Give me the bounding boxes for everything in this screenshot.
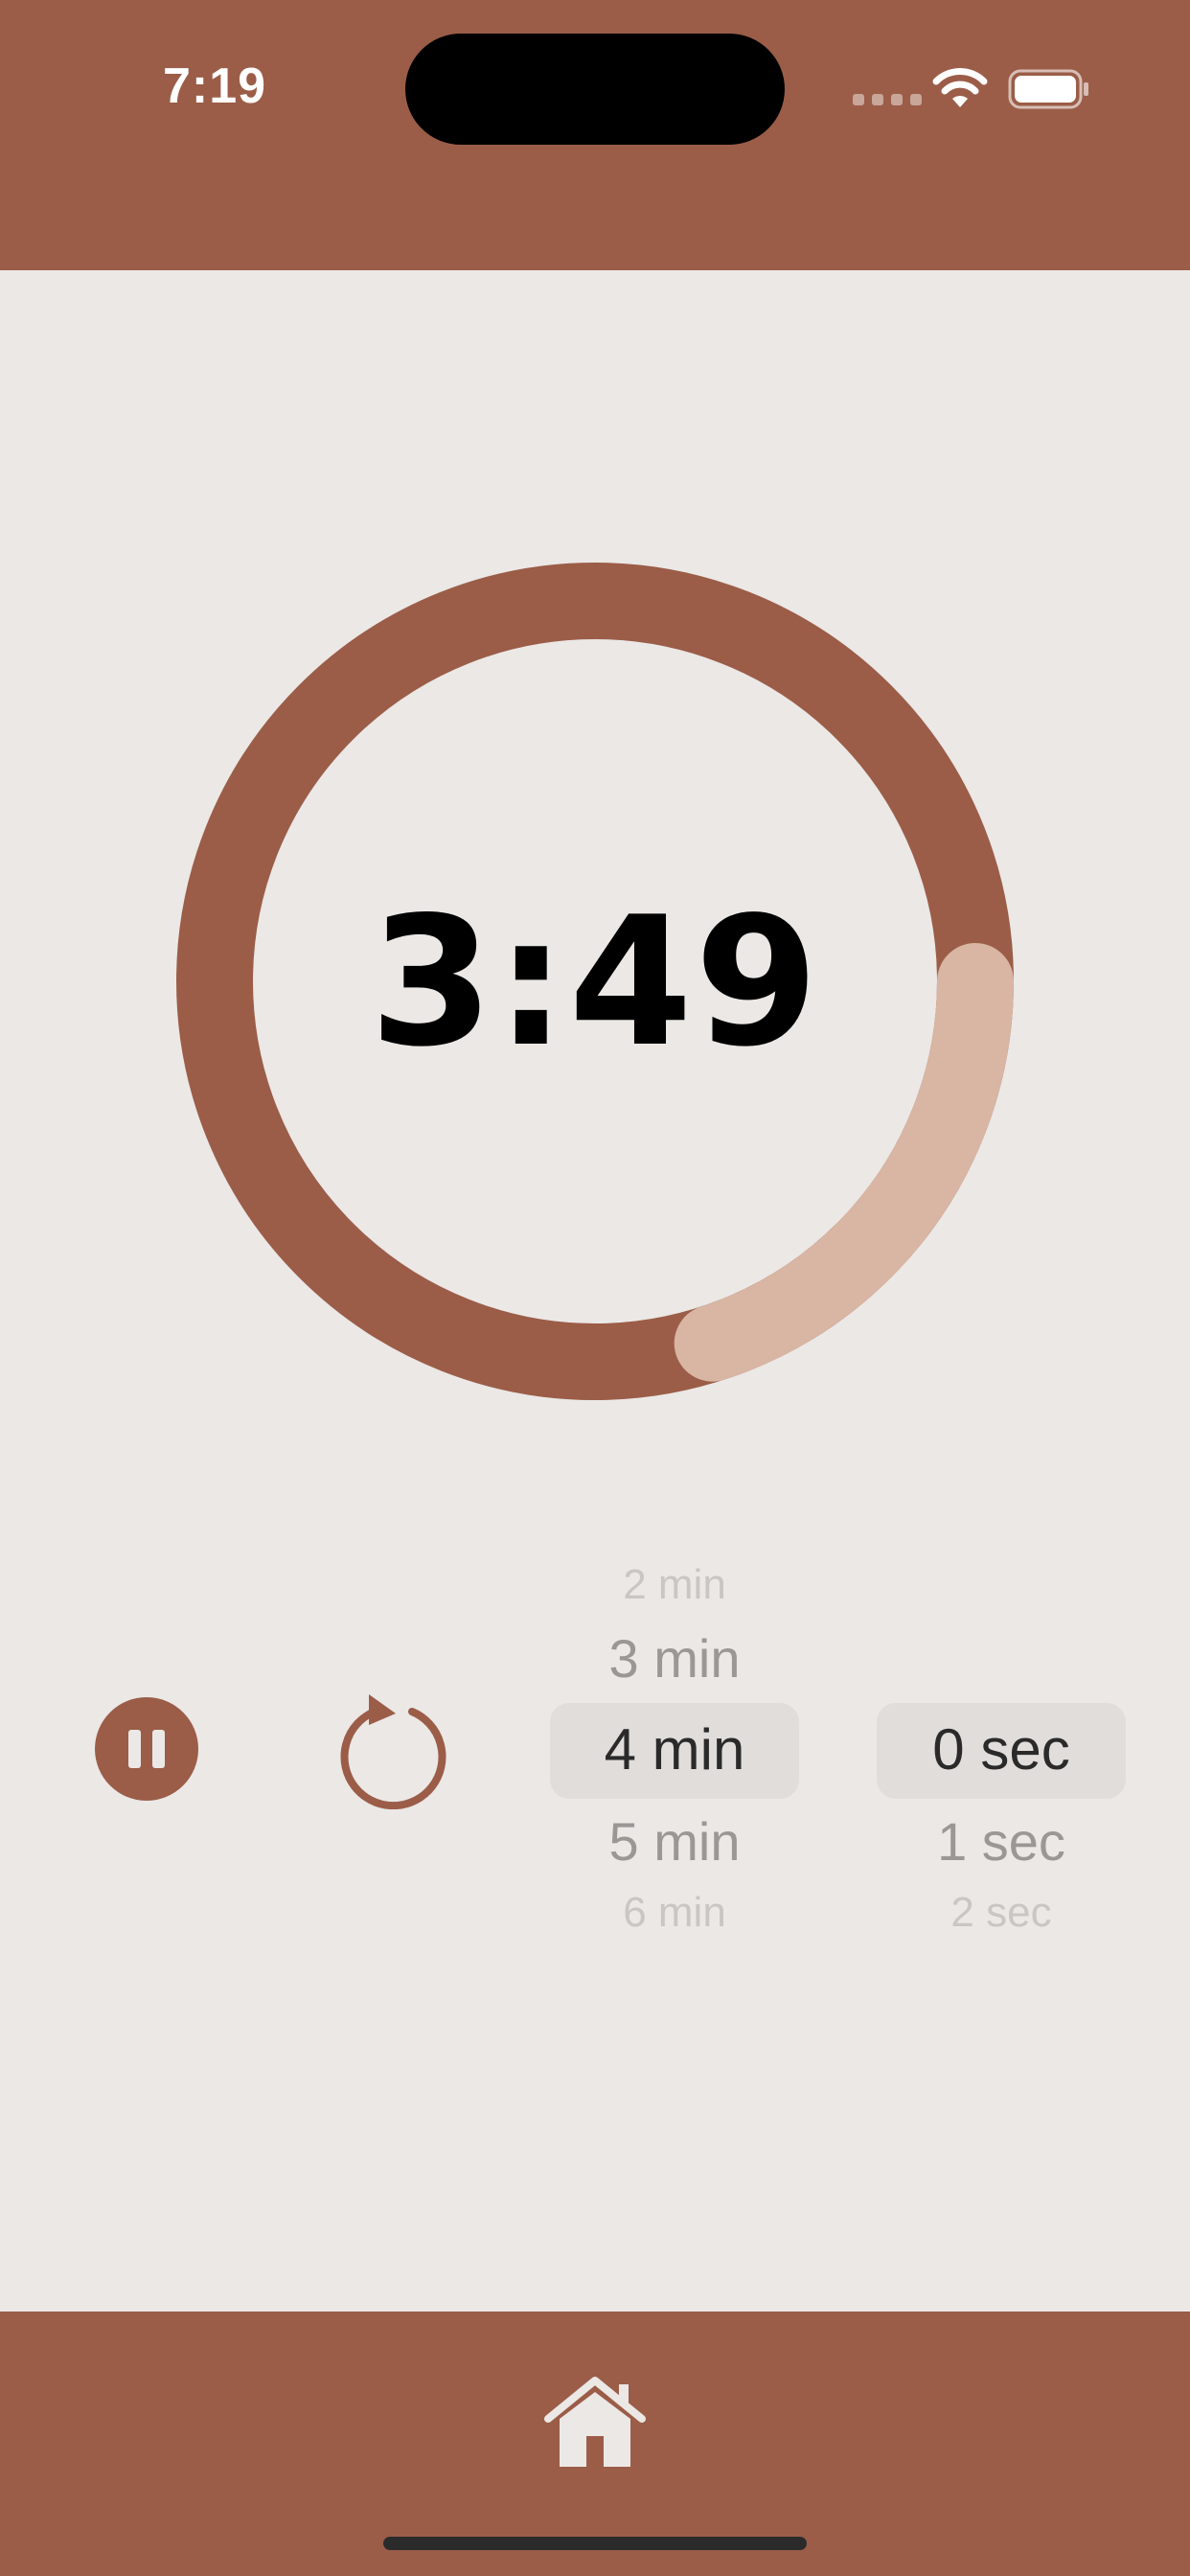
picker-row-selected[interactable]: 0 sec: [877, 1716, 1126, 1782]
status-time: 7:19: [163, 58, 267, 114]
cellular-signal-icon: [853, 94, 922, 105]
picker-row[interactable]: 3 min: [550, 1627, 799, 1690]
battery-icon: [1008, 69, 1088, 109]
picker-row-selected[interactable]: 4 min: [550, 1716, 799, 1782]
picker-row[interactable]: 2 sec: [877, 1889, 1126, 1931]
reset-arrow-icon: [340, 1694, 446, 1809]
minutes-picker[interactable]: 2 min 3 min 4 min 5 min 6 min: [550, 1548, 799, 1931]
picker-row[interactable]: 6 min: [550, 1889, 799, 1931]
pause-button[interactable]: [95, 1697, 198, 1801]
picker-row[interactable]: 1 sec: [877, 1810, 1126, 1873]
pause-icon: [128, 1730, 141, 1768]
top-bar: 7:19: [0, 0, 1190, 270]
wifi-icon: [932, 68, 988, 107]
timer-readout: 3:49: [369, 877, 821, 1086]
picker-row[interactable]: 2 min: [550, 1561, 799, 1609]
home-indicator: [383, 2537, 807, 2550]
dynamic-island: [405, 34, 785, 145]
seconds-picker[interactable]: 0 sec 1 sec 2 sec: [877, 1548, 1126, 1931]
reset-button[interactable]: [331, 1689, 447, 1809]
home-icon[interactable]: [542, 2375, 648, 2471]
picker-row[interactable]: 5 min: [550, 1810, 799, 1873]
